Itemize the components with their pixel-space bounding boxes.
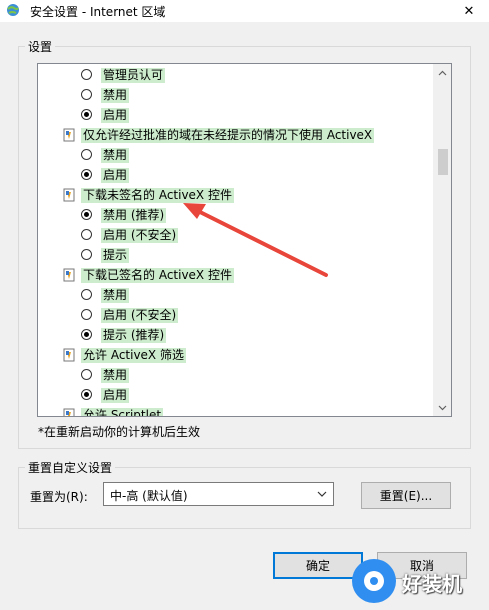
ok-button-label: 确定 [305,559,330,573]
setting-option-label: 管理员认可 [101,68,166,83]
radio-button[interactable] [81,329,92,340]
setting-option-label: 启用 (不安全) [101,228,179,243]
setting-category-label: 允许 ActiveX 筛选 [81,348,186,363]
setting-option-label: 启用 [101,168,130,183]
chevron-down-icon [317,491,327,497]
setting-category-icon [63,348,75,365]
setting-category-label: 仅允许经过批准的域在未经提示的情况下使用 ActiveX [81,128,375,143]
watermark-icon [352,559,396,603]
radio-button[interactable] [81,309,92,320]
chevron-up-icon [438,70,447,75]
scroll-up-button[interactable] [434,64,451,81]
watermark-logo: 好装机 [350,556,485,606]
settings-list[interactable]: 管理员认可 禁用 启用 仅允许经过批准的域在未经提示的情况下使用 ActiveX 禁用启… [37,63,452,417]
settings-legend: 设置 [28,40,53,54]
radio-button[interactable] [81,149,92,160]
close-icon: ✕ [463,3,475,19]
reset-level-value: 中-高 (默认值) [110,489,188,503]
setting-category-icon [63,268,75,285]
chevron-down-icon [438,405,447,410]
setting-option-label: 禁用 [101,88,130,103]
setting-option-label: 启用 [101,388,130,403]
setting-category-label: 允许 Scriptlet [81,408,164,416]
setting-option-label: 禁用 (推荐) [101,208,167,223]
radio-button[interactable] [81,249,92,260]
setting-option-label: 提示 [101,248,130,263]
restart-footnote: *在重新启动你的计算机后生效 [38,425,201,439]
radio-button[interactable] [81,209,92,220]
reset-button[interactable]: 重置(E)... [361,482,451,509]
security-settings-dialog: 安全设置 - Internet 区域 ✕ 设置 管理员认可 禁用 启用 仅允许经过批准… [0,0,489,610]
radio-button[interactable] [81,69,92,80]
setting-option-label: 提示 (推荐) [101,328,167,343]
setting-option-label: 禁用 [101,288,130,303]
radio-button[interactable] [81,89,92,100]
ie-globe-icon [6,3,20,17]
radio-button[interactable] [81,109,92,120]
radio-button[interactable] [81,229,92,240]
setting-category-label: 下载未签名的 ActiveX 控件 [81,188,234,203]
radio-button[interactable] [81,369,92,380]
close-button[interactable]: ✕ [449,0,489,22]
setting-category-icon [63,408,75,416]
setting-category-label: 下载已签名的 ActiveX 控件 [81,268,234,283]
vertical-scrollbar[interactable] [433,64,451,416]
window-title: 安全设置 - Internet 区域 [30,5,166,19]
radio-button[interactable] [81,289,92,300]
reset-to-label: 重置为(R): [30,490,88,504]
setting-option-label: 启用 [101,108,130,123]
reset-legend: 重置自定义设置 [28,461,113,475]
setting-option-label: 启用 (不安全) [101,308,179,323]
scroll-down-button[interactable] [434,399,451,416]
settings-list-content: 管理员认可 禁用 启用 仅允许经过批准的域在未经提示的情况下使用 ActiveX 禁用启… [38,64,433,416]
setting-option-label: 禁用 [101,148,130,163]
setting-category-icon [63,188,75,205]
reset-button-label: 重置(E)... [379,489,433,503]
watermark-text: 好装机 [402,572,462,596]
title-bar: 安全设置 - Internet 区域 ✕ [0,0,489,22]
radio-button[interactable] [81,169,92,180]
reset-level-select[interactable]: 中-高 (默认值) [103,482,334,506]
setting-category-icon [63,128,75,145]
scroll-thumb[interactable] [438,149,448,175]
radio-button[interactable] [81,389,92,400]
setting-option-label: 禁用 [101,368,130,383]
